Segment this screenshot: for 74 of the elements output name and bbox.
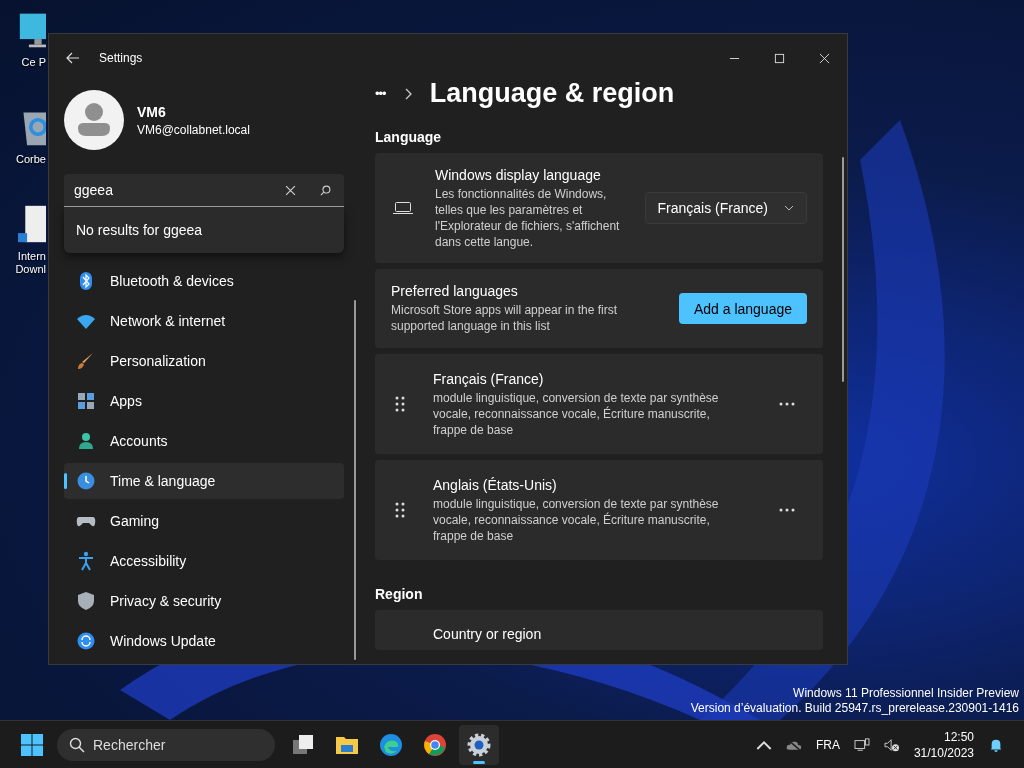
page-title: Language & region — [429, 82, 675, 110]
window-title: Settings — [99, 51, 143, 65]
language-card[interactable]: Anglais (États-Unis) module linguistique, conversion de texte par synthèse vocale, reconnaissance vocale, Écriture manuscrite, frappe de base — [375, 460, 823, 561]
shield-icon — [76, 591, 96, 611]
input-language-indicator[interactable]: FRA — [815, 737, 840, 752]
laptop-icon — [393, 201, 413, 216]
language-name: Anglais (États-Unis) — [433, 476, 558, 493]
task-view-icon — [291, 732, 315, 757]
start-icon[interactable] — [20, 732, 44, 757]
network-icon[interactable] — [853, 737, 870, 752]
sidebar-item[interactable]: Network & internet — [64, 303, 344, 339]
build-info-text: Windows 11 Professionnel Insider Preview — [793, 686, 1019, 701]
account-name: VM6 — [137, 103, 167, 120]
clock-icon — [76, 471, 96, 491]
language-card[interactable]: Français (France) module linguistique, conversion de texte par synthèse vocale, reconnaissance vocale, Écriture manuscrite, frappe de base — [375, 354, 823, 455]
build-info-text: Version d’évaluation. Build 25947.rs_prerelease.230901-1416 — [690, 701, 1019, 716]
search-field[interactable]: ggeea — [64, 174, 344, 207]
desktop-icon-label[interactable]: Intern Downl — [15, 250, 46, 277]
search-icon[interactable] — [320, 185, 331, 196]
section-heading: Region — [375, 586, 424, 603]
breadcrumb-overflow[interactable]: ••• — [375, 86, 386, 102]
sidebar-item[interactable]: Time & language — [64, 463, 344, 499]
sidebar-item[interactable]: Gaming — [64, 503, 344, 539]
apps-icon — [76, 391, 96, 411]
sidebar-item[interactable]: Accounts — [64, 423, 344, 459]
chevron-down-icon — [784, 205, 794, 212]
account-email: VM6@collabnet.local — [137, 122, 250, 137]
sidebar-item[interactable]: Privacy & security — [64, 583, 344, 619]
no-results-message: No results for ggeea — [76, 222, 203, 238]
language-features: module linguistique, conversion de texte par synthèse vocale, reconnaissance vocale, Écriture manuscrite, frappe de base — [433, 495, 720, 544]
active-indicator — [473, 760, 485, 764]
avatar-icon — [64, 90, 124, 150]
setting-card[interactable]: Country or region — [375, 610, 823, 651]
setting-description: Microsoft Store apps will appear in the first supported language in this list — [391, 302, 619, 335]
clock-date[interactable]: 31/10/2023 — [913, 744, 974, 761]
clear-icon[interactable] — [285, 185, 296, 196]
clock-time[interactable]: 12:50 — [943, 728, 974, 745]
sidebar-item[interactable]: Bluetooth & devices — [64, 263, 344, 299]
section-heading: Language — [375, 129, 443, 146]
browser-icon — [379, 732, 403, 757]
setting-description: Les fonctionnalités de Windows, telles que les paramètres et l'Explorateur de fichiers, s'affichent dans cette langue. — [435, 185, 621, 250]
setting-title: Preferred languages — [391, 283, 519, 300]
more-options-icon[interactable] — [779, 508, 795, 513]
brush-icon — [76, 351, 96, 371]
gear-icon — [467, 732, 491, 757]
back-arrow-icon[interactable] — [66, 52, 80, 64]
browser-icon — [423, 732, 447, 757]
selection-indicator — [64, 473, 67, 489]
sidebar-item[interactable]: Apps — [64, 383, 344, 419]
language-dropdown[interactable]: Français (France) — [644, 192, 807, 225]
refresh-icon — [76, 631, 96, 651]
sidebar-item[interactable]: Accessibility — [64, 543, 344, 579]
sidebar-item[interactable]: Windows Update — [64, 623, 344, 659]
drag-handle-icon[interactable] — [395, 502, 405, 519]
search-icon — [69, 736, 85, 753]
drag-handle-icon[interactable] — [395, 396, 405, 413]
sidebar-item[interactable]: Personalization — [64, 343, 344, 379]
scrollbar[interactable] — [842, 157, 844, 382]
desktop-icon-label[interactable]: Ce P — [21, 56, 46, 70]
scrollbar[interactable] — [354, 300, 356, 660]
more-options-icon[interactable] — [779, 402, 795, 407]
add-language-button[interactable]: Add a language — [678, 293, 807, 325]
language-name: Français (France) — [433, 370, 545, 387]
chevron-right-icon — [403, 87, 412, 100]
setting-title: Windows display language — [435, 166, 602, 183]
speaker-muted-icon[interactable] — [883, 737, 900, 752]
document-icon[interactable] — [18, 204, 46, 244]
taskbar-app[interactable] — [459, 724, 499, 765]
person-icon — [76, 431, 96, 451]
desktop-icon-label[interactable]: Corbe — [16, 153, 46, 167]
setting-title: Country or region — [433, 626, 542, 643]
accessibility-icon — [76, 551, 96, 571]
taskbar-search-field[interactable]: Rechercher — [57, 728, 275, 761]
language-features: module linguistique, conversion de texte par synthèse vocale, reconnaissance vocale, Écriture manuscrite, frappe de base — [433, 389, 720, 438]
